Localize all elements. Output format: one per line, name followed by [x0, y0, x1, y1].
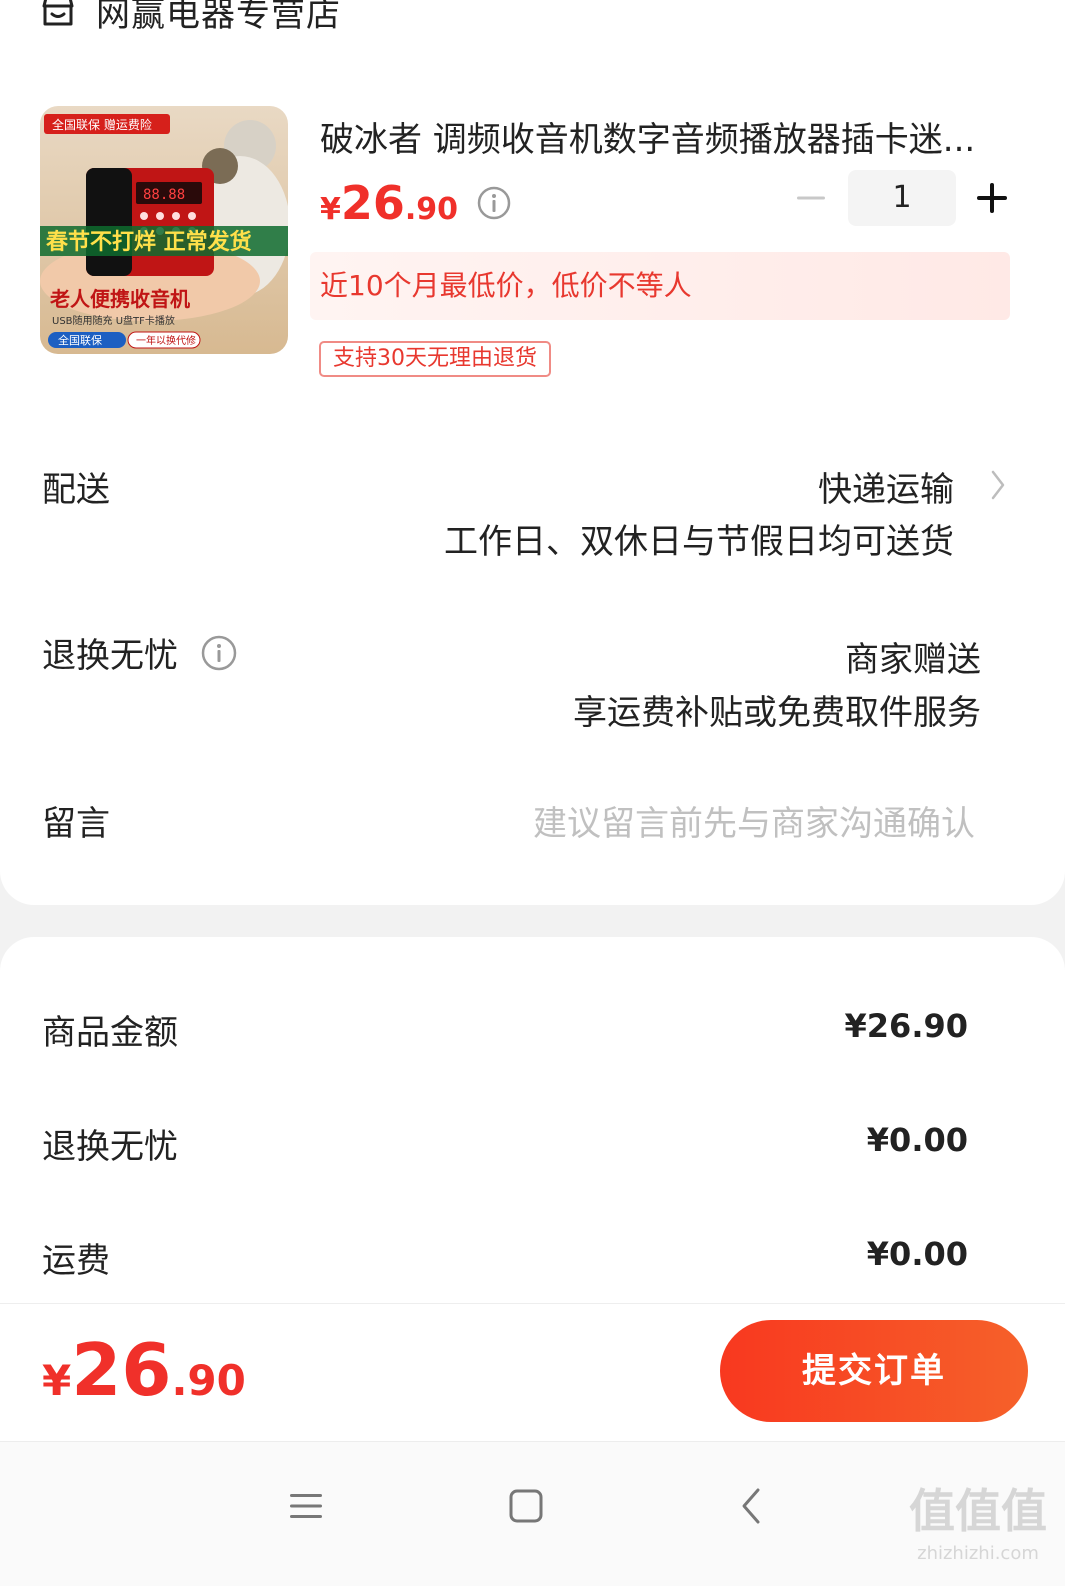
delivery-method[interactable]: 快递运输 — [818, 462, 954, 511]
price-decimal: .90 — [404, 192, 459, 227]
total-currency: ¥ — [42, 1356, 72, 1405]
radio-display: 88.88 — [143, 187, 185, 203]
store-header[interactable]: 网赢电器专营店 — [40, 0, 341, 36]
summary-label-worry: 退换无忧 — [42, 1127, 178, 1167]
delivery-schedule: 工作日、双休日与节假日均可送货 — [444, 522, 954, 562]
return-worry-info-icon[interactable] — [200, 634, 238, 672]
back-icon[interactable] — [732, 1486, 772, 1526]
summary-label-shipping: 运费 — [42, 1241, 110, 1281]
price-info-icon[interactable] — [476, 185, 512, 221]
image-footer-right: 一年以换代修 — [136, 334, 196, 347]
lowest-price-banner: 近10个月最低价，低价不等人 — [310, 252, 1010, 320]
product-price: ¥ 26 .90 — [320, 176, 512, 230]
summary-value-shipping: ¥0.00 — [866, 1235, 968, 1273]
image-caption: 老人便携收音机 — [50, 287, 190, 311]
total-decimal: .90 — [171, 1356, 246, 1405]
summary-label-goods: 商品金额 — [42, 1013, 178, 1053]
image-footer-left: 全国联保 — [58, 333, 102, 347]
quantity-decrease-button[interactable] — [795, 182, 827, 214]
product-title[interactable]: 破冰者 调频收音机数字音频播放器插卡迷... — [320, 112, 1010, 158]
store-name: 网赢电器专营店 — [96, 0, 341, 35]
watermark: 值值值 zhizhizhi.com — [909, 1475, 1047, 1564]
product-thumbnail: 全国联保 赠运费险 88.88 春节不打烊 正常发货 老人便携收音机 USB随用… — [40, 106, 288, 354]
quantity-input[interactable]: 1 — [848, 170, 956, 226]
home-icon[interactable] — [506, 1486, 546, 1526]
product-image[interactable]: 全国联保 赠运费险 88.88 春节不打烊 正常发货 老人便携收音机 USB随用… — [40, 106, 288, 354]
summary-value-worry: ¥0.00 — [866, 1121, 968, 1159]
delivery-label: 配送 — [42, 470, 110, 510]
chevron-right-icon[interactable] — [988, 468, 1008, 502]
message-input[interactable]: 建议留言前先与商家沟通确认 — [533, 796, 975, 845]
return-worry-label-group: 退换无忧 — [42, 628, 238, 677]
menu-icon[interactable] — [286, 1486, 326, 1526]
watermark-url: zhizhizhi.com — [917, 1543, 1039, 1564]
return-worry-label: 退换无忧 — [42, 636, 178, 676]
order-card: 网赢电器专营店 全国联保 赠运费险 88.88 春节不打烊 正常发货 老人便携收… — [0, 0, 1065, 905]
return-worry-value: 商家赠送 — [845, 640, 981, 680]
price-currency: ¥ — [320, 192, 341, 227]
summary-value-goods: ¥26.90 — [844, 1007, 968, 1045]
image-overlay-text: 春节不打烊 正常发货 — [46, 229, 252, 255]
total-integer: 26 — [71, 1328, 172, 1412]
return-policy-tag: 支持30天无理由退货 — [319, 341, 551, 377]
watermark-logo: 值值值 — [909, 1484, 1047, 1538]
submit-order-button[interactable]: 提交订单 — [720, 1320, 1028, 1422]
image-sub-caption: USB随用随充 U盘TF卡播放 — [52, 314, 175, 327]
return-worry-detail: 享运费补贴或免费取件服务 — [573, 693, 981, 733]
quantity-increase-button[interactable] — [974, 180, 1010, 216]
system-nav-bar: 值值值 zhizhizhi.com — [0, 1441, 1065, 1586]
price-integer: 26 — [340, 176, 405, 230]
store-icon — [42, 0, 74, 26]
price-summary-card: 商品金额 ¥26.90 退换无忧 ¥0.00 运费 ¥0.00 — [0, 937, 1065, 1307]
message-label: 留言 — [42, 804, 110, 844]
total-price: ¥ 26 .90 — [42, 1328, 246, 1412]
image-banner-text: 全国联保 赠运费险 — [52, 117, 152, 132]
